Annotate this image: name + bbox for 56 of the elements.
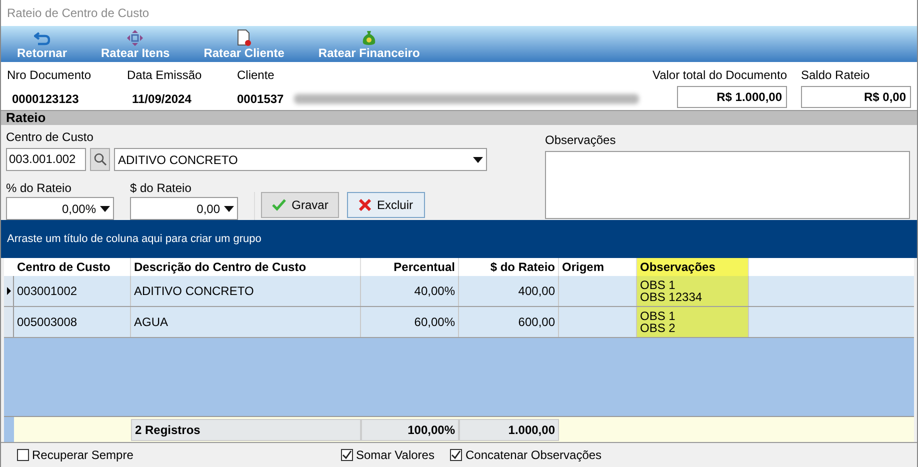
delete-button[interactable]: Excluir xyxy=(347,192,425,218)
save-button[interactable]: Gravar xyxy=(261,192,339,218)
summary-cell: 1.000,00 xyxy=(459,418,559,440)
money-bag-icon xyxy=(361,30,378,46)
issue-date: 11/09/2024 xyxy=(131,91,192,108)
field-label: Valor total do Documento xyxy=(652,67,787,84)
cost-center-code-field[interactable]: 003.001.002 xyxy=(6,148,86,171)
option-checkbox[interactable]: Recuperar Sempre xyxy=(17,446,341,464)
field-label: Data Emissão xyxy=(127,67,203,84)
dropdown-caret-icon xyxy=(224,206,234,212)
option-checkbox[interactable]: Concatenar Observações xyxy=(450,446,602,464)
percent-dropdown[interactable]: 0,00% xyxy=(6,197,114,220)
window-title: Rateio de Centro de Custo xyxy=(7,5,150,22)
checkmark-icon xyxy=(272,199,286,211)
field-label: Saldo Rateio xyxy=(801,67,871,84)
table-cell: OBS 1 OBS 12334 xyxy=(637,276,749,306)
total-value-field: R$ 1.000,00 xyxy=(677,86,787,108)
table-cell: 40,00% xyxy=(361,276,459,306)
amount-dropdown[interactable]: 0,00 xyxy=(130,197,238,220)
summary-cell: 2 Registros xyxy=(131,418,361,440)
row-indicator[interactable] xyxy=(4,276,14,306)
document-number: 0000123123 xyxy=(11,91,80,108)
dropdown-caret-icon xyxy=(473,156,483,162)
group-hint: Arraste um título de coluna aqui para criar um grupo xyxy=(7,232,262,247)
field-label: Observações xyxy=(545,132,617,149)
table-cell: 600,00 xyxy=(459,307,559,337)
checkmark-icon xyxy=(342,450,352,460)
search-icon xyxy=(94,153,106,166)
table-cell: OBS 1 OBS 2 xyxy=(637,307,749,337)
table-cell: 005003008 xyxy=(14,307,131,337)
search-button[interactable] xyxy=(90,148,110,171)
return-arrow-icon xyxy=(34,32,50,46)
field-label: Cliente xyxy=(237,67,276,84)
client-code: 0001537 xyxy=(237,91,284,108)
checkmark-icon xyxy=(451,450,462,460)
field-label: Nro Documento xyxy=(7,67,92,84)
dropdown-caret-icon xyxy=(100,206,110,212)
table-cell: ADITIVO CONCRETO xyxy=(131,276,361,306)
field-label: % do Rateio xyxy=(6,180,72,197)
table-cell: 003001002 xyxy=(14,276,131,306)
table-cell: AGUA xyxy=(131,307,361,337)
summary-cell: 100,00% xyxy=(361,418,459,440)
document-icon xyxy=(237,29,252,46)
x-icon xyxy=(358,199,371,211)
balance-field: R$ 0,00 xyxy=(801,86,911,108)
section-title: Rateio xyxy=(6,111,46,125)
field-label: $ do Rateio xyxy=(130,180,192,197)
option-checkbox[interactable]: Somar Valores xyxy=(341,446,434,464)
column-header[interactable]: Observações xyxy=(637,258,749,276)
move-arrows-icon xyxy=(127,30,144,46)
field-label: Centro de Custo xyxy=(6,129,94,146)
table-cell: 400,00 xyxy=(459,276,559,306)
cost-center-dropdown[interactable]: ADITIVO CONCRETO xyxy=(114,148,487,171)
current-row-icon xyxy=(6,287,10,295)
observations-field[interactable] xyxy=(545,151,910,219)
table-cell: 60,00% xyxy=(361,307,459,337)
